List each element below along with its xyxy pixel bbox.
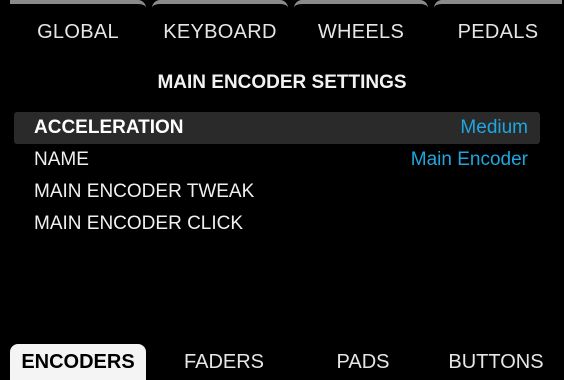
tab-faders[interactable]: FADERS [156, 344, 292, 380]
tab-encoders[interactable]: ENCODERS [10, 344, 146, 380]
menu-item-value: Main Encoder [410, 149, 528, 170]
tab-pedals[interactable]: PEDALS [434, 0, 562, 50]
tab-buttons[interactable]: BUTTONS [432, 344, 560, 380]
tab-wheels[interactable]: WHEELS [294, 0, 428, 50]
tab-keyboard[interactable]: KEYBOARD [152, 0, 288, 50]
menu-item-name[interactable]: NAME Main Encoder [14, 144, 540, 176]
menu-item-label: NAME [34, 149, 89, 170]
tab-pedals-label: PEDALS [457, 21, 539, 43]
tab-global[interactable]: GLOBAL [10, 0, 146, 50]
tab-faders-label: FADERS [183, 351, 265, 373]
bottom-tab-bar: ENCODERS FADERS PADS BUTTONS [0, 344, 564, 380]
tab-buttons-label: BUTTONS [448, 351, 544, 373]
menu-item-main-encoder-click[interactable]: MAIN ENCODER CLICK [14, 208, 540, 240]
tab-wheels-label: WHEELS [317, 21, 405, 43]
tab-keyboard-label: KEYBOARD [163, 21, 277, 43]
menu-item-main-encoder-tweak[interactable]: MAIN ENCODER TWEAK [14, 176, 540, 208]
page-title: MAIN ENCODER SETTINGS [157, 72, 407, 93]
menu-item-label: MAIN ENCODER CLICK [34, 213, 244, 234]
settings-menu: ACCELERATION Medium NAME Main Encoder MA… [14, 112, 540, 240]
tab-encoders-label: ENCODERS [21, 351, 135, 373]
top-tab-bar: GLOBAL KEYBOARD WHEELS PEDALS [0, 0, 564, 50]
menu-item-value: Medium [460, 117, 528, 138]
tab-global-label: GLOBAL [37, 21, 119, 43]
tab-pads-label: PADS [336, 351, 390, 373]
menu-item-label: ACCELERATION [34, 117, 184, 138]
menu-item-acceleration[interactable]: ACCELERATION Medium [14, 112, 540, 144]
menu-item-label: MAIN ENCODER TWEAK [34, 181, 255, 202]
tab-pads[interactable]: PADS [298, 344, 428, 380]
device-screen: GLOBAL KEYBOARD WHEELS PEDALS MAIN ENCOD… [0, 0, 564, 380]
